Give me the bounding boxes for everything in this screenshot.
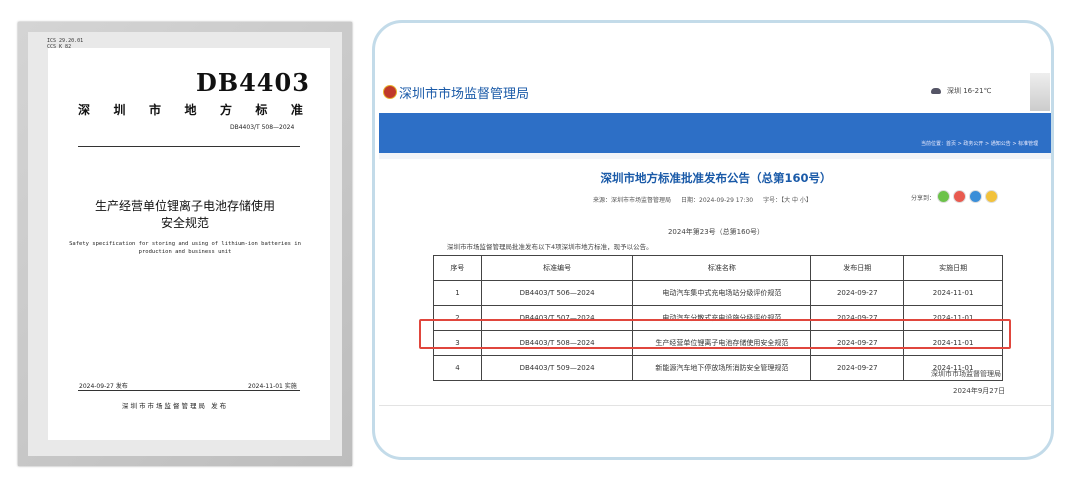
notice-title: 深圳市地方标准批准发布公告（总第160号） [600,171,832,185]
col-header: 发布日期 [810,255,905,281]
cell: 新能源汽车地下停放场所消防安全管理规范 [632,355,812,381]
signing-date: 2024年9月27日 [953,387,1006,395]
col-header: 实施日期 [903,255,1003,281]
cell: 2024-11-01 [903,280,1003,306]
standard-type: 深圳市地方标准 [78,103,303,117]
cell: DB4403/T 506—2024 [480,280,634,306]
divider [78,390,300,391]
footer-divider [379,405,1051,406]
breadcrumb-bar [379,153,1051,159]
cell: 1 [433,280,482,306]
wechat-share-icon[interactable] [937,190,950,203]
site-name[interactable]: 深圳市市场监督管理局 [399,83,529,102]
cell: 电动汽车集中式充电场站分级评价规范 [632,280,812,306]
col-header: 标准名称 [632,255,812,281]
ics-code: ICS 29.20.01 CCS K 82 [47,38,84,50]
highlight-box [419,319,1011,349]
meta-source: 来源：深圳市市场监督管理局 [593,197,672,204]
notice-meta: 来源：深圳市市场监督管理局 日期：2024-09-29 17:30 字号：【大 … [593,195,812,204]
webpage-card: 深圳市市场监督管理局 深圳 16-21℃ 当前位置：首页 > 政务公开 > 通知… [372,20,1054,460]
standards-table: 序号 标准编号 标准名称 发布日期 实施日期 1 DB4403/T 506—20… [433,255,1003,381]
signing-organization: 深圳市市场监督管理局 [931,370,1001,378]
standard-english-title: Safety specification for storing and usi… [69,241,301,255]
weibo-share-icon[interactable] [953,190,966,203]
cell: 4 [433,355,482,381]
cloud-icon [931,88,941,94]
meta-date: 日期：2024-09-29 17:30 [681,197,754,204]
breadcrumb[interactable]: 当前位置：首页 > 政务公开 > 通知公告 > 标准管理 [921,140,1038,147]
share-label: 分享到： [911,195,936,202]
table-row: 4 DB4403/T 509—2024 新能源汽车地下停放场所消防安全管理规范 … [433,355,1003,381]
weather: 深圳 16-21℃ [947,87,992,95]
qzone-share-icon[interactable] [985,190,998,203]
cell: 2024-09-27 [810,355,905,381]
qq-share-icon[interactable] [969,190,982,203]
notice-number: 2024年第23号（总第160号） [667,228,765,236]
col-header: 序号 [433,255,482,281]
site-logo-icon [383,85,397,99]
col-header: 标准编号 [480,255,634,281]
divider [78,146,300,147]
table-row: 1 DB4403/T 506—2024 电动汽车集中式充电场站分级评价规范 20… [433,280,1003,306]
publish-date: 2024-09-27 发布 [79,383,128,390]
notice-intro: 深圳市市场监督管理局批准发布以下4项深圳市地方标准，现予以公告。 [447,243,653,251]
issuer: 深圳市市场监督管理局 发布 [122,402,229,410]
implement-date: 2024-11-01 实施 [248,383,297,390]
standard-code: DB4403 [196,68,310,97]
tower-graphic [1030,73,1050,111]
cell: DB4403/T 509—2024 [480,355,634,381]
cell: 2024-09-27 [810,280,905,306]
table-header: 序号 标准编号 标准名称 发布日期 实施日期 [433,255,1003,281]
banner [379,113,1051,153]
share-icons [937,190,998,203]
font-size-control[interactable]: 字号：【大 中 小】 [763,195,812,204]
standard-title: 生产经营单位锂离子电池存储使用 安全规范 [94,199,275,230]
standard-number: DB4403/T 508—2024 [230,124,295,131]
